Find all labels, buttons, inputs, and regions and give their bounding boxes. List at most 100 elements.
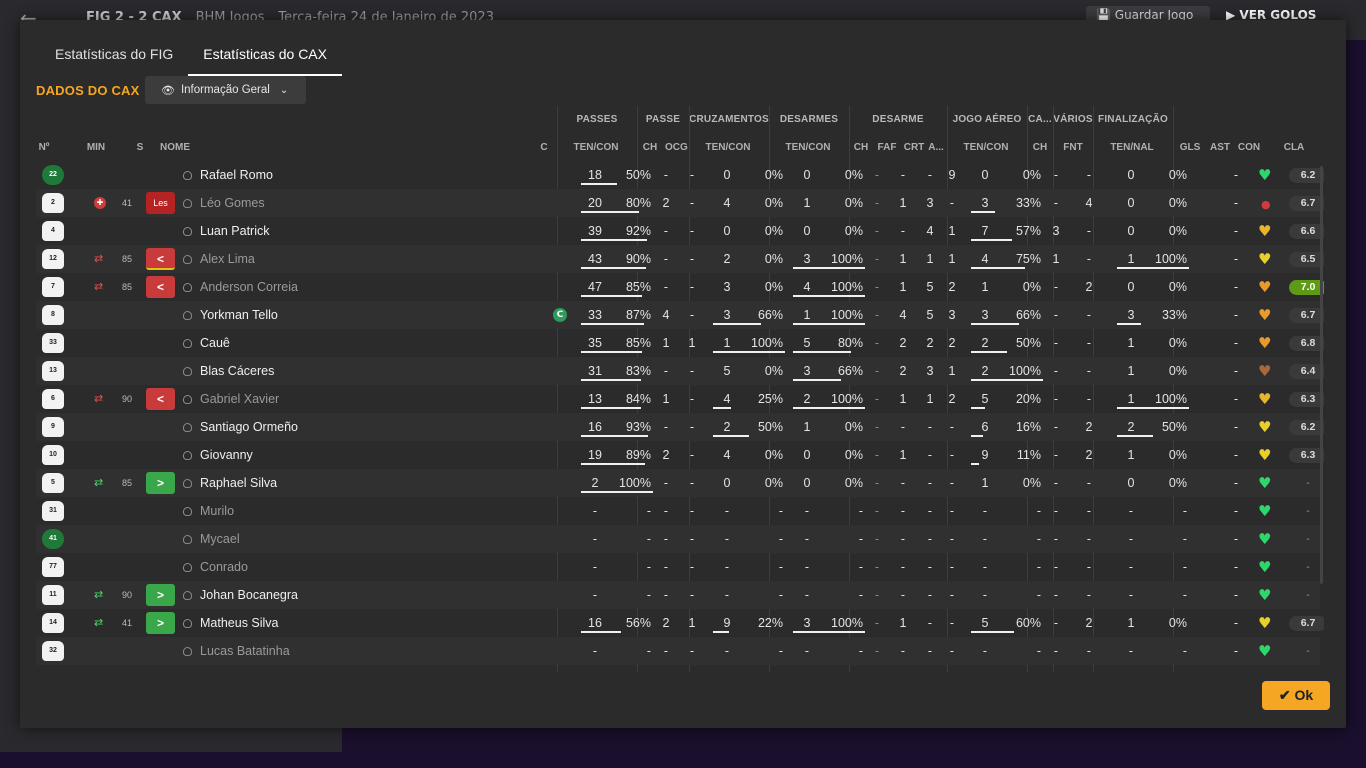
column-header-s[interactable]: S xyxy=(130,142,150,153)
condition-heart-icon: ♥ xyxy=(1258,614,1272,632)
column-header-c[interactable]: C xyxy=(534,142,554,153)
column-header-num[interactable]: Nº xyxy=(34,142,54,153)
column-header-tackles[interactable]: TEN/CON xyxy=(779,142,837,153)
player-name[interactable]: Blas Cáceres xyxy=(200,357,400,385)
crosses-pct: 22% xyxy=(757,616,783,630)
ca-ch: - xyxy=(1053,644,1059,658)
player-row[interactable]: 10 Giovanny 19 89% 2-4 0% 0 0% -1- -9 11% -2 1 0% - ♥ 6.… xyxy=(36,441,1324,469)
passe-ocg: - xyxy=(689,560,695,574)
player-name[interactable]: Santiago Ormeño xyxy=(200,413,400,441)
passes-bar xyxy=(581,379,641,381)
column-header-aerial[interactable]: TEN/CON xyxy=(957,142,1015,153)
player-name[interactable]: Léo Gomes xyxy=(200,189,400,217)
passes-pct: - xyxy=(646,588,651,602)
crosses-attempts: 0 xyxy=(723,168,731,182)
passe-ch: 4 xyxy=(662,308,670,322)
player-row[interactable]: 2 ✚ 41 Les Léo Gomes 20 80% 2-4 0% 1 0% -1 3-3 33% -4 0… xyxy=(36,189,1324,217)
player-name[interactable]: Anderson Correia xyxy=(200,273,400,301)
sub-off-badge[interactable]: < xyxy=(146,248,175,270)
column-header-ca-ch[interactable]: CH xyxy=(1030,142,1050,153)
player-row[interactable]: 4 Luan Patrick 39 92% - -0 0% 0 0% - -4 1 7 57% 3-0 0% -… xyxy=(36,217,1324,245)
view-dropdown[interactable]: 👁 Informação Geral ⌄ xyxy=(145,76,306,104)
player-row[interactable]: 14 ⇄ 41 > Matheus Silva 16 56% 2 1 9 22% 3 100% -1- -5… xyxy=(36,609,1324,637)
player-row[interactable]: 33 Cauê 35 85% 1 1 1 100% 5 80% -2 2 2 2 50% - -1 0% - ♥ 6.8 xyxy=(36,329,1324,357)
injury-badge[interactable]: Les xyxy=(146,192,175,214)
player-name[interactable]: Rafael Romo xyxy=(200,161,400,189)
crosses-attempts: 5 xyxy=(723,364,731,378)
tackles-bar xyxy=(793,323,865,325)
player-name[interactable]: Luan Patrick xyxy=(200,217,400,245)
column-header-name[interactable]: NOME xyxy=(160,142,220,153)
player-name[interactable]: Raphael Silva xyxy=(200,469,400,497)
player-row[interactable]: 31 Murilo - - - - - - - - - - - - - - - - - - - ♥ - xyxy=(36,497,1320,525)
player-row[interactable]: 13 Blas Cáceres 31 83% - -5 0% 3 66% -2 3 1 2 100% - -1… xyxy=(36,357,1324,385)
player-name[interactable]: Cauê xyxy=(200,329,400,357)
player-name[interactable]: Johan Bocanegra xyxy=(200,581,400,609)
sub-on-icon: ⇄ xyxy=(94,588,104,601)
player-row[interactable]: 11 ⇄ 90 > Johan Bocanegra - - - - - - - - - - - - - - - - - - -… xyxy=(36,581,1320,609)
column-header-passe-ocg[interactable]: OCG xyxy=(665,142,688,153)
player-row[interactable]: 9 Santiago Ormeño 16 93% - -2 50% 1 0% - - - -6 16% -2… xyxy=(36,413,1324,441)
column-header-cross[interactable]: TEN/CON xyxy=(699,142,757,153)
sub-off-badge[interactable]: < xyxy=(146,388,175,410)
column-header-des-ch[interactable]: CH xyxy=(851,142,871,153)
crosses-bar xyxy=(713,407,731,409)
column-header-ast[interactable]: AST xyxy=(1209,142,1231,153)
player-row[interactable]: 32 Lucas Batatinha - - - - - - - - - - - - - - - - - - - ♥ - xyxy=(36,637,1320,665)
player-name[interactable]: Giovanny xyxy=(200,441,400,469)
player-row[interactable]: 7 ⇄ 85 < Anderson Correia 47 85% - -3 0% 4 100% -1 5 2… xyxy=(36,273,1324,301)
column-header-des-a[interactable]: A... xyxy=(927,142,945,153)
player-name[interactable]: Murilo xyxy=(200,497,400,525)
des-faf: 2 xyxy=(899,336,907,350)
des-crt: 1 xyxy=(926,252,934,266)
column-header-var-fnt[interactable]: FNT xyxy=(1062,142,1084,153)
crosses-attempts: 0 xyxy=(723,476,731,490)
passe-ch: 1 xyxy=(662,392,670,406)
player-name[interactable]: Yorkman Tello xyxy=(200,301,400,329)
player-row[interactable]: 12 ⇄ 85 < Alex Lima 43 90% - -2 0% 3 100% -1 1 1 4 75% 1-… xyxy=(36,245,1324,273)
aerial-pct: - xyxy=(1036,588,1041,602)
tab-cax-stats[interactable]: Estatísticas do CAX xyxy=(188,42,342,76)
player-name[interactable]: Gabriel Xavier xyxy=(200,385,400,413)
player-name[interactable]: Mycael xyxy=(200,525,400,553)
shirt-number-icon: 2 xyxy=(42,193,64,213)
player-row[interactable]: 8 Yorkman Tello C 33 87% 4-3 66% 1 100% -4 5 3 3 66% -… xyxy=(36,301,1324,329)
aerial-pct: 11% xyxy=(1016,448,1041,462)
player-name[interactable]: Matheus Silva xyxy=(200,609,400,637)
finishing-pct: 0% xyxy=(1168,616,1187,630)
player-row[interactable]: 41 Mycael - - - - - - - - - - - - - - - - - - - ♥ - xyxy=(36,525,1320,553)
sub-off-badge[interactable]: < xyxy=(146,276,175,298)
sub-on-badge[interactable]: > xyxy=(146,612,175,634)
player-row[interactable]: 6 ⇄ 90 < Gabriel Xavier 13 84% 1-4 25% 2 100% -1 1 2 5… xyxy=(36,385,1324,413)
player-name[interactable]: Lucas Batatinha xyxy=(200,637,400,665)
sub-on-badge[interactable]: > xyxy=(146,472,175,494)
tackles-attempts: - xyxy=(804,532,810,546)
shirt-number-icon: 12 xyxy=(42,249,64,269)
match-rating-badge: 6.4 xyxy=(1289,364,1324,379)
column-header-cla[interactable]: CLA xyxy=(1275,142,1313,153)
player-row[interactable]: 77 Conrado - - - - - - - - - - - - - - - - - - - ♥ - xyxy=(36,553,1320,581)
finishing-pct: - xyxy=(1182,588,1187,602)
minutes-played: 85 xyxy=(122,282,133,292)
column-header-des-crt[interactable]: CRT xyxy=(903,142,925,153)
des-faf: - xyxy=(900,560,906,574)
column-header-con[interactable]: CON xyxy=(1235,142,1263,153)
column-header-min[interactable]: MIN xyxy=(86,142,106,153)
ok-button[interactable]: ✔ Ok xyxy=(1262,681,1330,710)
player-row[interactable]: 5 ⇄ 85 > Raphael Silva 2 100% - -0 0% 0 0% - - - -1 0% - -… xyxy=(36,469,1320,497)
column-header-gls[interactable]: GLS xyxy=(1178,142,1202,153)
sub-on-badge[interactable]: > xyxy=(146,584,175,606)
finishing-pct: - xyxy=(1182,532,1187,546)
player-row[interactable]: 22 Rafael Romo 18 50% - -0 0% 0 0% - - -9 0 0% - -0 0% - ♥… xyxy=(36,161,1324,189)
player-name[interactable]: Conrado xyxy=(200,553,400,581)
column-header-passes[interactable]: TEN/CON xyxy=(567,142,625,153)
vertical-scrollbar[interactable] xyxy=(1320,166,1323,584)
column-header-passe-ch[interactable]: CH xyxy=(639,142,661,153)
player-name[interactable]: Alex Lima xyxy=(200,245,400,273)
tackles-attempts: 1 xyxy=(803,420,811,434)
crosses-attempts: 4 xyxy=(723,196,731,210)
column-header-des-faf[interactable]: FAF xyxy=(876,142,898,153)
tackles-bar xyxy=(793,351,851,353)
column-header-fin[interactable]: TEN/NAL xyxy=(1103,142,1161,153)
tab-fig-stats[interactable]: Estatísticas do FIG xyxy=(40,42,188,76)
